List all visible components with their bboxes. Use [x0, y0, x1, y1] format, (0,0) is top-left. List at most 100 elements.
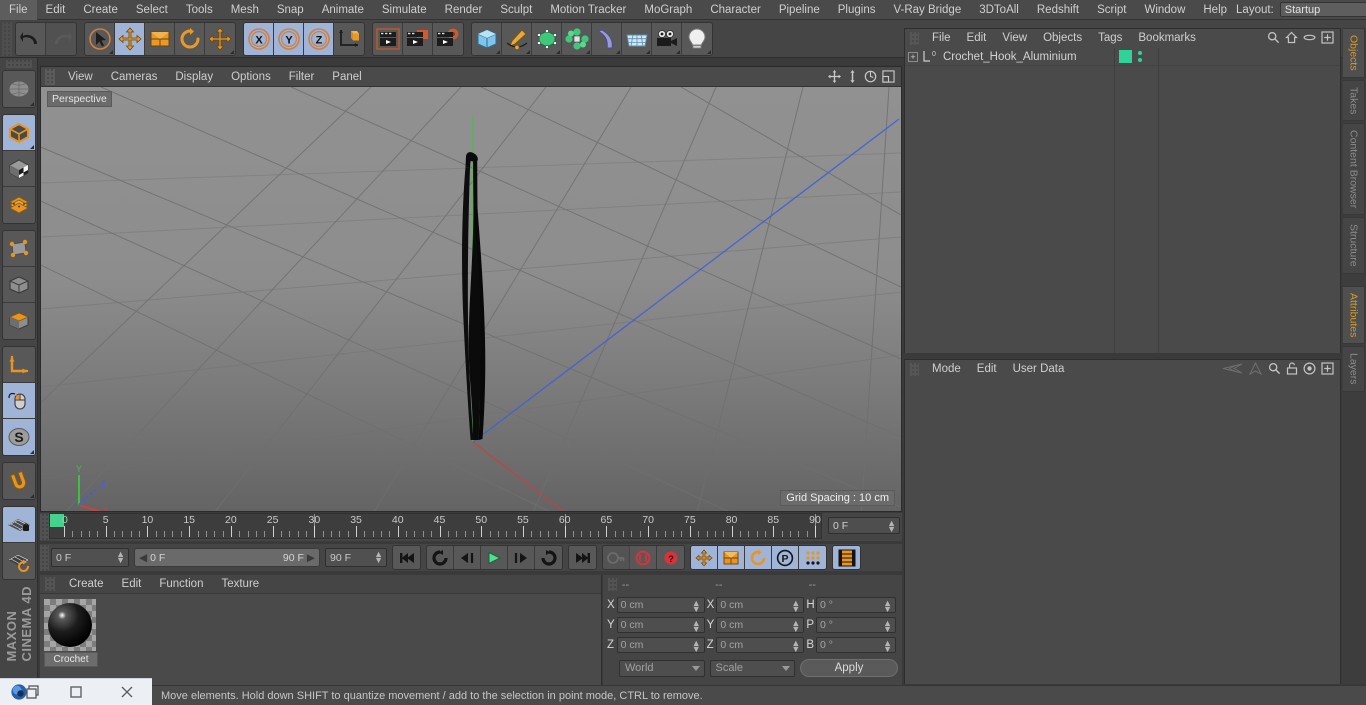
render-settings-icon[interactable] [433, 22, 463, 55]
maximize-window-icon[interactable] [51, 679, 102, 705]
environment-floor-icon[interactable] [622, 22, 652, 55]
dolly-icon[interactable] [845, 69, 860, 84]
menu-item-snap[interactable]: Snap [268, 0, 313, 20]
object-menu-bookmarks[interactable]: Bookmarks [1130, 29, 1204, 48]
current-frame-field[interactable]: 0 F ▲ ▼ [828, 517, 900, 534]
previous-keyframe-icon[interactable] [427, 546, 454, 569]
spinner-icon[interactable]: ▲ ▼ [791, 619, 800, 634]
timeline-grip[interactable] [40, 514, 49, 540]
range-left-arrow-icon[interactable]: ◀ [139, 552, 147, 564]
lock-icon[interactable] [1286, 361, 1298, 378]
layout-preset-select[interactable]: Startup [1279, 2, 1366, 17]
move-alt-icon[interactable] [205, 22, 235, 55]
camera-icon[interactable] [652, 22, 682, 55]
coord-rotation-input[interactable]: 0 ° ▲ ▼ [816, 637, 897, 654]
workplane-icon[interactable]: S [2, 419, 35, 455]
coordinate-mode-select[interactable]: Scale [709, 659, 795, 677]
select-cursor-icon[interactable] [85, 22, 115, 55]
spinner-icon[interactable]: ▲ ▼ [692, 619, 701, 634]
material-menu-edit[interactable]: Edit [113, 575, 151, 594]
spinner-icon[interactable]: ▲ ▼ [116, 550, 125, 565]
menu-item-plugins[interactable]: Plugins [829, 0, 885, 20]
coord-size-input[interactable]: 0 cm ▲ ▼ [716, 597, 805, 614]
vtab-content-browser[interactable]: Content Browser [1343, 123, 1365, 216]
object-menu-objects[interactable]: Objects [1035, 29, 1090, 48]
menu-item-character[interactable]: Character [701, 0, 770, 20]
menu-item-file[interactable]: File [0, 0, 37, 20]
viewport-menubar-grip[interactable] [45, 68, 55, 85]
key-pla-icon[interactable] [799, 546, 826, 569]
spinner-icon[interactable]: ▲ ▼ [374, 550, 383, 565]
maximize-icon[interactable] [881, 69, 896, 84]
spinner-icon[interactable]: ▲ ▼ [883, 599, 892, 614]
light-icon[interactable] [682, 22, 712, 55]
menu-item-motion-tracker[interactable]: Motion Tracker [541, 0, 635, 20]
nav-back-icon[interactable] [1221, 362, 1243, 378]
vtab-objects[interactable]: Objects [1343, 28, 1365, 78]
max-frame-field[interactable]: 90 F ▲ ▼ [325, 548, 387, 567]
spinner-icon[interactable]: ▲ ▼ [883, 639, 892, 654]
menu-item-mograph[interactable]: MoGraph [635, 0, 701, 20]
coord-rotation-input[interactable]: 0 ° ▲ ▼ [816, 597, 897, 614]
object-menu-edit[interactable]: Edit [959, 29, 995, 48]
coord-position-input[interactable]: 0 cm ▲ ▼ [616, 637, 705, 654]
material-menu-function[interactable]: Function [150, 575, 212, 594]
viewport-canvas[interactable]: Perspective Grid Spacing : 10 cm Y X Z [41, 87, 901, 511]
menu-item-simulate[interactable]: Simulate [373, 0, 436, 20]
y-axis-icon[interactable]: Y [274, 22, 304, 55]
menu-item-select[interactable]: Select [127, 0, 177, 20]
orbit-icon[interactable] [863, 69, 878, 84]
menu-item-tools[interactable]: Tools [177, 0, 222, 20]
pan-icon[interactable] [827, 69, 842, 84]
object-manager-body[interactable]: + 0 Crochet_Hook_Aluminium [905, 48, 1340, 353]
viewport-menu-options[interactable]: Options [222, 67, 280, 87]
x-axis-icon[interactable]: X [244, 22, 274, 55]
polygons-mode-icon[interactable] [2, 303, 35, 339]
make-editable-icon[interactable] [2, 115, 35, 151]
attribute-manager-body[interactable] [905, 379, 1340, 684]
preview-range-bar[interactable]: ◀ 0 F 90 F ▶ [134, 548, 320, 567]
key-scale-icon[interactable] [718, 546, 745, 569]
transport-grip[interactable] [40, 544, 49, 571]
apply-button[interactable]: Apply [800, 659, 898, 677]
left-toolbar-grip[interactable] [5, 60, 32, 68]
nav-forward-icon[interactable] [1248, 361, 1263, 378]
move-icon[interactable] [115, 22, 145, 55]
menu-item-window[interactable]: Window [1135, 0, 1194, 20]
enable-axis-icon[interactable] [2, 187, 35, 223]
edges-mode-icon[interactable] [2, 267, 35, 303]
redo-icon[interactable] [46, 22, 76, 55]
world-coordinate-icon[interactable] [334, 22, 364, 55]
live-selection-icon[interactable] [2, 71, 35, 107]
menu-item-edit[interactable]: Edit [37, 0, 75, 20]
plus-box-icon[interactable] [1321, 361, 1334, 378]
next-keyframe-icon[interactable] [535, 546, 562, 569]
target-icon[interactable] [1303, 361, 1316, 378]
viewport-menu-display[interactable]: Display [166, 67, 222, 87]
go-to-end-icon[interactable] [569, 546, 596, 569]
material-item[interactable]: Crochet [44, 599, 98, 667]
attribute-menu-mode[interactable]: Mode [924, 360, 969, 379]
material-manager-grip[interactable] [45, 577, 55, 591]
timeline-ruler[interactable]: 051015202530354045505560657075808590 [49, 513, 822, 539]
vtab-takes[interactable]: Takes [1343, 79, 1365, 122]
search-icon[interactable] [1268, 362, 1281, 378]
object-menu-tags[interactable]: Tags [1090, 29, 1130, 48]
record-active-objects-icon[interactable] [630, 546, 657, 569]
coord-size-input[interactable]: 0 cm ▲ ▼ [716, 637, 805, 654]
coordinate-manager-grip[interactable] [608, 578, 617, 591]
menu-item-v-ray-bridge[interactable]: V-Ray Bridge [884, 0, 970, 20]
material-menu-texture[interactable]: Texture [212, 575, 268, 594]
search-icon[interactable] [1267, 31, 1280, 47]
app-logo-icon[interactable] [0, 679, 51, 705]
render-view-icon[interactable] [373, 22, 403, 55]
step-back-icon[interactable] [454, 546, 481, 569]
viewport-menu-panel[interactable]: Panel [323, 67, 370, 87]
menu-item-pipeline[interactable]: Pipeline [770, 0, 829, 20]
workplane-rotate-icon[interactable] [2, 543, 35, 579]
spinner-icon[interactable]: ▲ ▼ [791, 599, 800, 614]
cube-primitive-icon[interactable] [472, 22, 502, 55]
attribute-menu-user-data[interactable]: User Data [1005, 360, 1073, 379]
object-manager-grip[interactable] [910, 32, 919, 45]
undo-icon[interactable] [16, 22, 46, 55]
